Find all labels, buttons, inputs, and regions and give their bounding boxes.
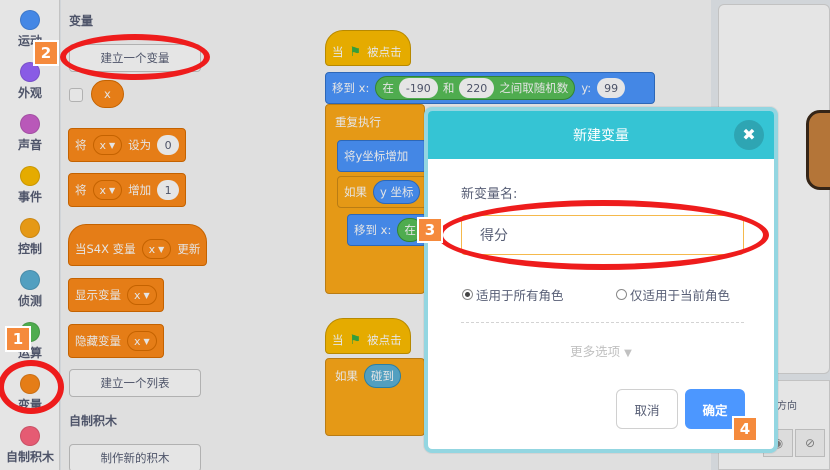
annotation-ring-variables xyxy=(0,360,64,414)
radio-all-sprites-label: 适用于所有角色 xyxy=(476,288,564,303)
step-badge-4: 4 xyxy=(732,416,758,442)
radio-this-sprite-label: 仅适用于当前角色 xyxy=(630,288,731,303)
annotation-ring-name-input xyxy=(437,200,769,270)
options-divider xyxy=(461,322,744,323)
chevron-down-icon: ▼ xyxy=(624,348,632,359)
step-badge-3: 3 xyxy=(417,217,443,243)
dialog-title: 新建变量 xyxy=(573,128,629,144)
close-button[interactable]: ✖ xyxy=(734,120,764,150)
dialog-header: 新建变量 ✖ xyxy=(428,111,774,159)
close-icon: ✖ xyxy=(742,125,756,144)
radio-all-sprites-button[interactable] xyxy=(462,289,473,300)
variable-name-label: 新变量名: xyxy=(461,187,518,202)
more-options-label: 更多选项 xyxy=(570,344,621,359)
new-variable-dialog: 新建变量 ✖ 新变量名: 适用于所有角色 仅适用于当前角色 更多选项 ▼ 取消 … xyxy=(424,107,778,453)
step-badge-2: 2 xyxy=(33,40,59,66)
radio-this-sprite-button[interactable] xyxy=(616,289,627,300)
annotation-ring-make-variable xyxy=(60,34,210,80)
radio-this-sprite[interactable]: 仅适用于当前角色 xyxy=(616,285,730,304)
step-badge-1: 1 xyxy=(5,326,31,352)
radio-all-sprites[interactable]: 适用于所有角色 xyxy=(462,285,564,304)
more-options-toggle[interactable]: 更多选项 ▼ xyxy=(428,341,774,360)
cancel-button[interactable]: 取消 xyxy=(616,389,678,429)
